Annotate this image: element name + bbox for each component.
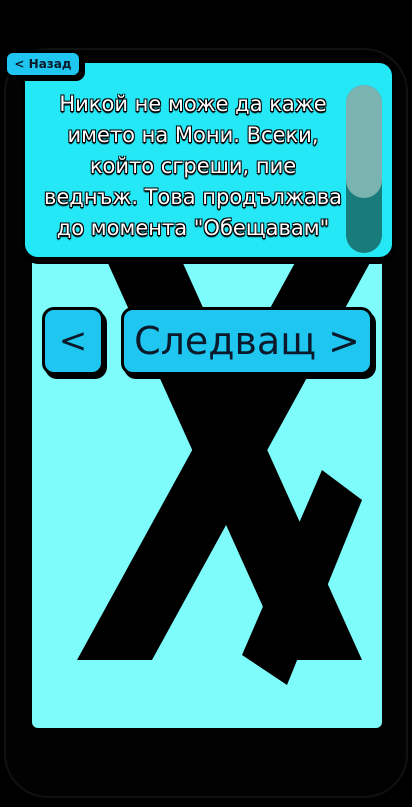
prompt-text: Никой не може да каже името на Мони. Все… <box>44 92 342 240</box>
game-screen: < Назад Никой не може да каже името на М… <box>0 0 412 807</box>
previous-button-label: < <box>58 321 88 361</box>
card-scrollbar-thumb[interactable] <box>346 85 382 198</box>
back-button[interactable]: < Назад <box>4 50 82 78</box>
back-button-label: < Назад <box>14 57 72 71</box>
next-button[interactable]: Следващ > <box>121 307 373 375</box>
card-scrollbar[interactable] <box>346 85 382 253</box>
next-button-label: Следващ > <box>134 319 360 363</box>
prompt-card: Никой не може да каже името на Мони. Все… <box>22 60 395 260</box>
previous-button[interactable]: < <box>42 307 104 375</box>
